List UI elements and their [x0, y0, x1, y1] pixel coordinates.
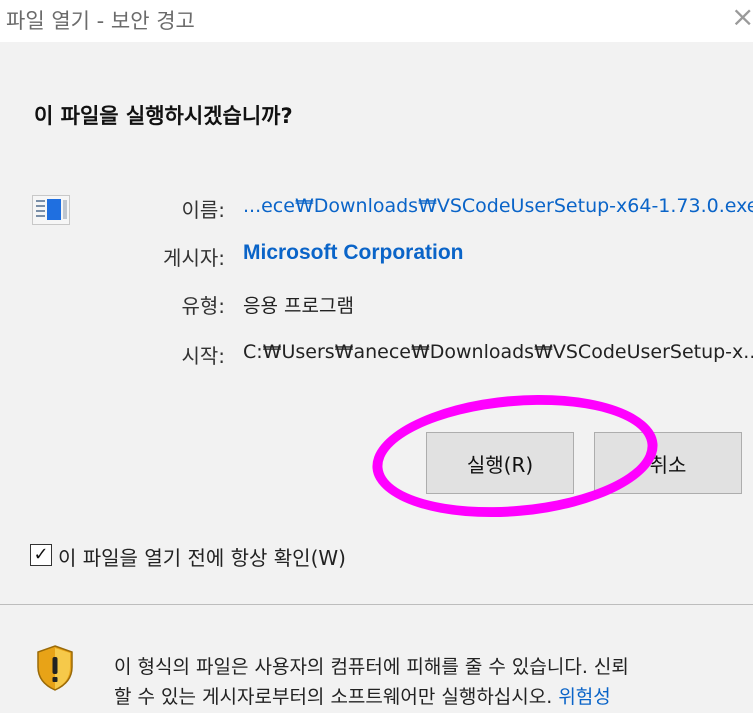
dialog-question: 이 파일을 실행하시겠습니까? — [34, 104, 293, 128]
window-title: 파일 열기 - 보안 경고 — [6, 9, 195, 33]
publisher-label: 게시자: — [163, 246, 225, 270]
always-ask-label[interactable]: 이 파일을 열기 전에 항상 확인(W) — [58, 542, 346, 571]
from-label: 시작: — [181, 344, 225, 368]
file-name-value: ...ece₩Downloads₩VSCodeUserSetup-x64-1.7… — [243, 195, 753, 217]
title-bar: 파일 열기 - 보안 경고 × — [0, 0, 753, 42]
risk-link[interactable]: 위험성 — [558, 686, 610, 708]
always-ask-checkbox[interactable]: ✓ — [30, 544, 52, 566]
warning-text: 이 형식의 파일은 사용자의 컴퓨터에 피해를 줄 수 있습니다. 신뢰 할 수… — [114, 652, 744, 712]
from-path-value: C:₩Users₩anece₩Downloads₩VSCodeUserSetup… — [243, 341, 753, 363]
type-value: 응용 프로그램 — [243, 295, 354, 317]
divider — [0, 604, 753, 605]
shield-warning-icon — [37, 645, 73, 691]
type-label: 유형: — [181, 294, 225, 318]
close-icon[interactable]: × — [731, 2, 753, 32]
publisher-link[interactable]: Microsoft Corporation — [243, 241, 464, 265]
warning-line-1: 이 형식의 파일은 사용자의 컴퓨터에 피해를 줄 수 있습니다. 신뢰 — [114, 656, 629, 678]
run-button[interactable]: 실행(R) — [426, 432, 574, 494]
warning-line-2: 할 수 있는 게시자로부터의 소프트웨어만 실행하십시오. — [114, 686, 559, 708]
cancel-button[interactable]: 취소 — [594, 432, 742, 494]
name-label: 이름: — [181, 198, 225, 222]
